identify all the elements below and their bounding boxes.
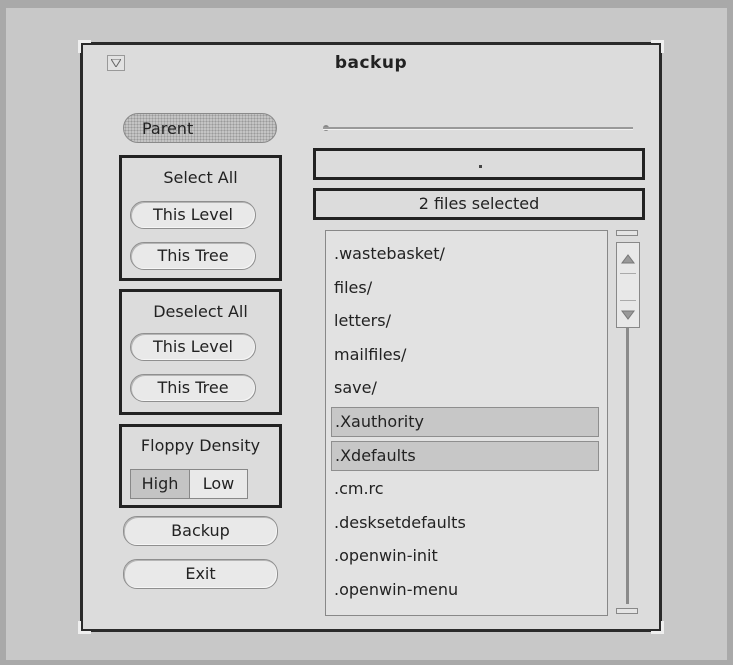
file-list-scrollbar[interactable]	[613, 230, 643, 616]
parent-button[interactable]: Parent	[123, 113, 277, 143]
floppy-density-group: Floppy Density High Low	[119, 424, 282, 508]
file-list-item[interactable]: .wastebasket/	[331, 239, 599, 269]
title-bar[interactable]: backup	[83, 45, 659, 81]
scrollbar-drag-area[interactable]	[620, 273, 636, 301]
selection-status: 2 files selected	[313, 188, 645, 220]
current-path-dot	[479, 165, 482, 168]
file-list-item[interactable]: .Xauthority	[331, 407, 599, 437]
resize-corner-bottom-right[interactable]	[651, 621, 664, 634]
select-all-group: Select All This Level This Tree	[119, 155, 282, 281]
file-list-item[interactable]: .openwin-init	[331, 541, 599, 571]
file-list-item[interactable]: letters/	[331, 306, 599, 336]
backup-button[interactable]: Backup	[123, 516, 278, 546]
scrollbar-top-cap[interactable]	[616, 230, 638, 236]
scroll-up-arrow[interactable]	[620, 251, 636, 267]
path-slider-track[interactable]	[323, 127, 633, 130]
triangle-up-icon	[621, 254, 635, 264]
backup-window: backup Parent Select All This Level This…	[78, 40, 664, 634]
deselect-this-level-button[interactable]: This Level	[130, 333, 256, 361]
file-list-item[interactable]: .cm.rc	[331, 474, 599, 504]
select-this-level-button[interactable]: This Level	[130, 201, 256, 229]
scrollbar-bottom-cap[interactable]	[616, 608, 638, 614]
select-this-tree-button[interactable]: This Tree	[130, 242, 256, 270]
deselect-all-title: Deselect All	[153, 302, 248, 321]
floppy-density-title: Floppy Density	[140, 436, 261, 455]
window-title: backup	[334, 53, 408, 73]
deselect-this-tree-button[interactable]: This Tree	[130, 374, 256, 402]
file-list-item[interactable]: .openwin-menu	[331, 575, 599, 605]
scroll-down-arrow[interactable]	[620, 307, 636, 323]
deselect-all-group: Deselect All This Level This Tree	[119, 289, 282, 415]
select-all-title: Select All	[163, 168, 238, 187]
density-low-option[interactable]: Low	[190, 469, 248, 499]
file-list-item[interactable]: save/	[331, 373, 599, 403]
current-path-text: .	[476, 154, 481, 173]
current-path-field: .	[313, 148, 645, 180]
exit-button[interactable]: Exit	[123, 559, 278, 589]
resize-corner-bottom-left[interactable]	[78, 621, 91, 634]
file-list[interactable]: .wastebasket/files/letters/mailfiles/sav…	[325, 230, 608, 616]
density-high-option[interactable]: High	[130, 469, 190, 499]
file-list-item[interactable]: .Xdefaults	[331, 440, 599, 471]
file-list-item[interactable]: files/	[331, 273, 599, 303]
triangle-down-icon	[621, 310, 635, 320]
scrollbar-elevator[interactable]	[616, 242, 640, 328]
file-list-item[interactable]: .desksetdefaults	[331, 508, 599, 538]
file-list-item[interactable]: mailfiles/	[331, 340, 599, 370]
